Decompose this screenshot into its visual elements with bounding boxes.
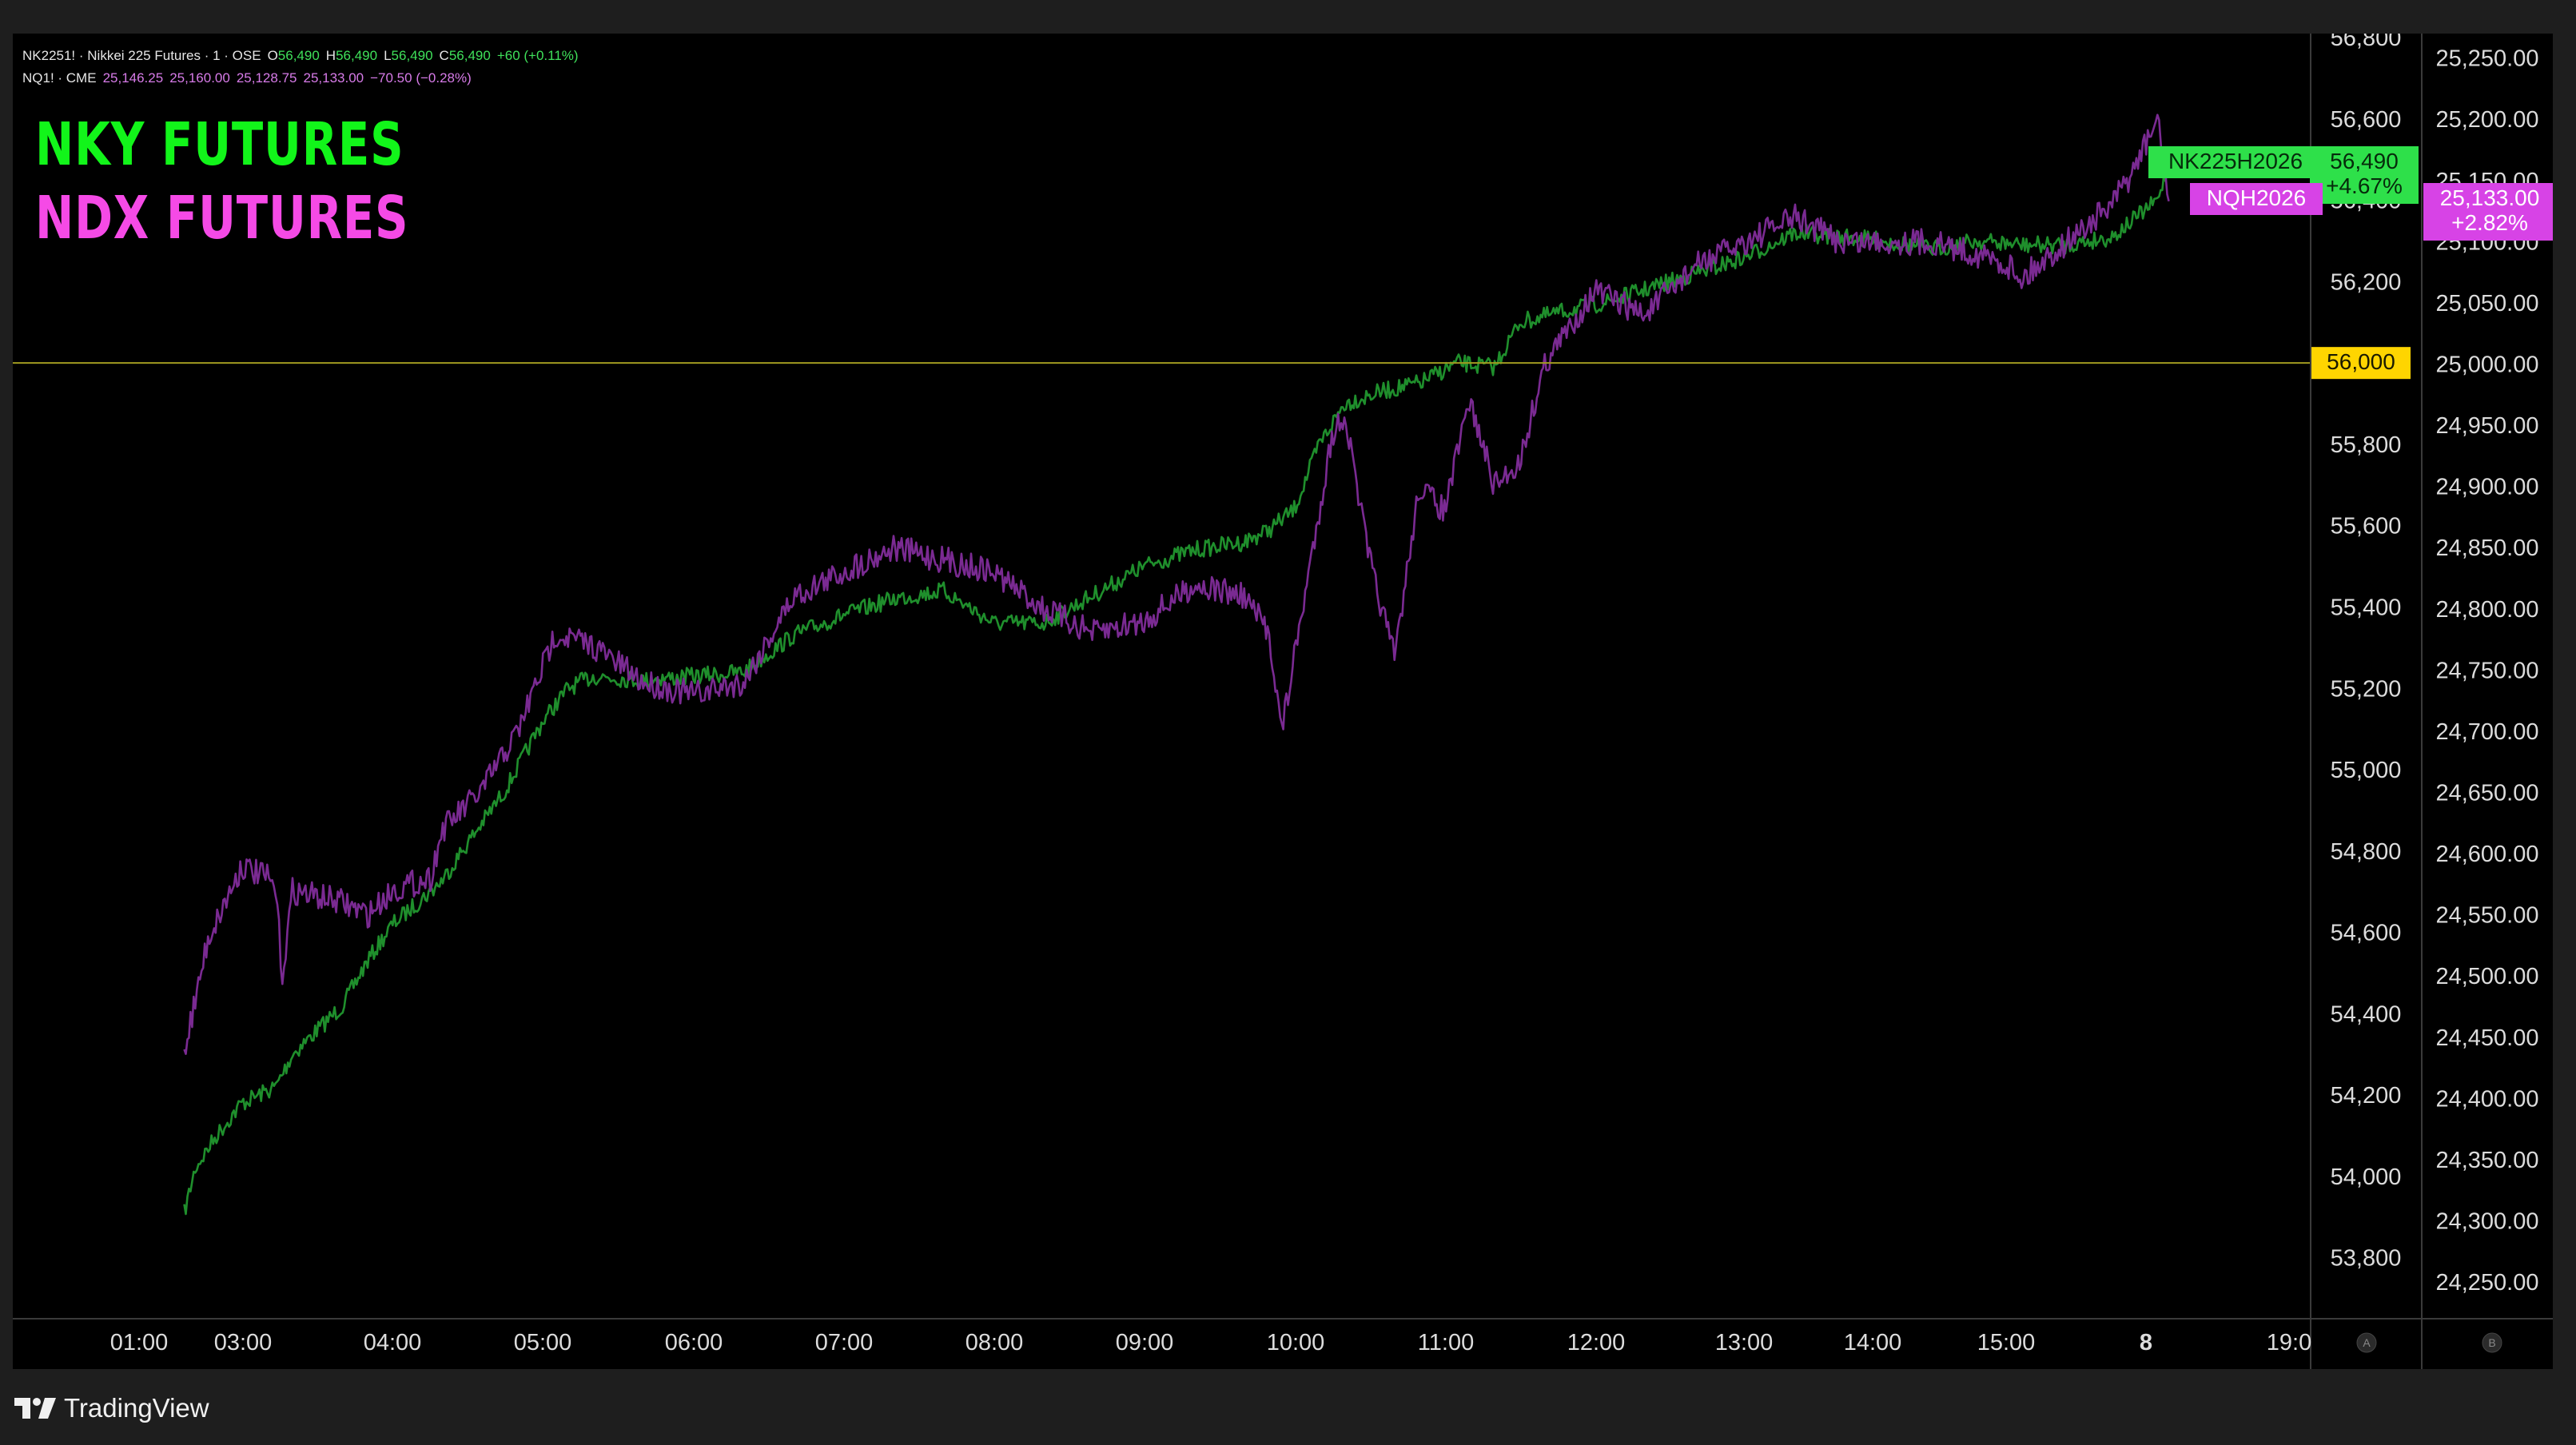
x-tick: 14:00 bbox=[1844, 1330, 1902, 1355]
legend-nq-high: 25,160.00 bbox=[169, 70, 230, 86]
y-tick-left: 56,800 bbox=[2331, 34, 2402, 51]
y-tick-left: 55,800 bbox=[2331, 432, 2402, 458]
y-tick-right: 24,750.00 bbox=[2435, 658, 2538, 683]
y-tick-right: 25,200.00 bbox=[2435, 107, 2538, 133]
y-tick-right: 24,250.00 bbox=[2435, 1270, 2538, 1296]
legend-nk: NK2251! · Nikkei 225 Futures · 1 · OSE O5… bbox=[22, 45, 585, 67]
x-tick: 09:00 bbox=[1116, 1330, 1174, 1355]
bottom-bar: TradingView bbox=[0, 1369, 2576, 1445]
tag-nk-price-text: 56,490 bbox=[2330, 149, 2399, 173]
legend-nq-close: 25,133.00 bbox=[303, 70, 364, 86]
y-tick-left: 55,400 bbox=[2331, 595, 2402, 620]
x-tick: 04:00 bbox=[364, 1330, 422, 1355]
series-line-nqh bbox=[183, 113, 2170, 1055]
x-tick: 11:00 bbox=[1418, 1330, 1474, 1355]
tag-nk-name-text: NK225H2026 bbox=[2168, 149, 2303, 173]
legend-nk-h-label: H bbox=[325, 48, 336, 63]
tag-level-56000-text: 56,000 bbox=[2327, 349, 2395, 374]
y-tick-right: 25,250.00 bbox=[2435, 46, 2538, 72]
legend-nq-change: −70.50 (−0.28%) bbox=[370, 70, 472, 86]
tag-nq-price-text: 25,133.00 bbox=[2440, 185, 2540, 210]
y-tick-right: 24,300.00 bbox=[2435, 1208, 2538, 1234]
legend-nk-c-label: C bbox=[439, 48, 449, 63]
y-tick-left: 56,200 bbox=[2331, 269, 2402, 295]
y-tick-left: 54,000 bbox=[2331, 1164, 2402, 1190]
legend-nk-change: +60 (+0.11%) bbox=[496, 48, 579, 63]
y-tick-left: 54,200 bbox=[2331, 1083, 2402, 1109]
x-tick: 15:00 bbox=[1977, 1330, 2036, 1355]
y-tick-right: 25,050.00 bbox=[2435, 291, 2538, 316]
y-tick-right: 24,500.00 bbox=[2435, 964, 2538, 989]
tag-nk-price-text: +4.67% bbox=[2326, 173, 2403, 198]
y-tick-left: 53,800 bbox=[2331, 1246, 2402, 1272]
y-tick-right: 24,600.00 bbox=[2435, 842, 2538, 867]
legend-nk-high: 56,490 bbox=[336, 48, 378, 63]
tag-nq-name-text: NQH2026 bbox=[2207, 185, 2307, 210]
x-tick: 13:00 bbox=[1715, 1330, 1774, 1355]
y-tick-right: 24,350.00 bbox=[2435, 1148, 2538, 1173]
x-tick: 07:00 bbox=[815, 1330, 874, 1355]
chart-pane[interactable]: 56,80056,60056,40056,20056,00055,80055,6… bbox=[13, 34, 2553, 1369]
y-tick-right: 24,700.00 bbox=[2435, 719, 2538, 745]
y-tick-left: 55,200 bbox=[2331, 676, 2402, 702]
x-tick: 05:00 bbox=[514, 1330, 572, 1355]
legend-nq-low: 25,128.75 bbox=[236, 70, 297, 86]
y-tick-left: 54,600 bbox=[2331, 921, 2402, 946]
overlay-title-ndx: NDX FUTURES bbox=[35, 184, 409, 253]
tradingview-logo-icon bbox=[14, 1398, 56, 1419]
x-tick: 06:00 bbox=[665, 1330, 723, 1355]
legend-nk-open: 56,490 bbox=[277, 48, 320, 63]
x-tick: 19:0 bbox=[2267, 1330, 2311, 1355]
legend-nk-o-label: O bbox=[267, 48, 278, 63]
x-tick: 10:00 bbox=[1267, 1330, 1325, 1355]
y-tick-right: 24,800.00 bbox=[2435, 597, 2538, 623]
legend-nq-symbol: NQ1! · CME bbox=[22, 70, 97, 86]
series-line-nk225 bbox=[183, 163, 2170, 1216]
x-tick: 03:00 bbox=[214, 1330, 273, 1355]
y-tick-right: 24,950.00 bbox=[2435, 413, 2538, 439]
tag-nq-price-text: +2.82% bbox=[2451, 210, 2528, 235]
axis-badge-b-label: B bbox=[2488, 1336, 2495, 1349]
chart-legend: NK2251! · Nikkei 225 Futures · 1 · OSE O5… bbox=[22, 45, 585, 90]
y-tick-left: 54,800 bbox=[2331, 839, 2402, 865]
x-tick: 12:00 bbox=[1567, 1330, 1626, 1355]
y-tick-right: 24,550.00 bbox=[2435, 903, 2538, 929]
y-tick-right: 24,850.00 bbox=[2435, 535, 2538, 561]
x-tick: 01:00 bbox=[110, 1330, 169, 1355]
tradingview-brand[interactable]: TradingView bbox=[14, 1393, 209, 1423]
legend-nk-close: 56,490 bbox=[448, 48, 491, 63]
y-tick-right: 24,900.00 bbox=[2435, 475, 2538, 500]
x-tick: 08:00 bbox=[966, 1330, 1024, 1355]
y-tick-right: 24,400.00 bbox=[2435, 1086, 2538, 1112]
axis-badge-a-label: A bbox=[2363, 1336, 2371, 1349]
legend-nq-open: 25,146.25 bbox=[102, 70, 164, 86]
overlay-title-nky: NKY FUTURES bbox=[35, 110, 404, 179]
y-tick-left: 55,000 bbox=[2331, 758, 2402, 783]
legend-nk-l-label: L bbox=[384, 48, 392, 63]
y-tick-left: 56,600 bbox=[2331, 107, 2402, 133]
x-tick: 8 bbox=[2140, 1330, 2152, 1355]
y-tick-right: 25,000.00 bbox=[2435, 352, 2538, 377]
y-tick-right: 24,650.00 bbox=[2435, 780, 2538, 806]
tradingview-brand-label: TradingView bbox=[64, 1393, 209, 1423]
legend-nq: NQ1! · CME 25,146.25 25,160.00 25,128.75 25,… bbox=[22, 67, 585, 90]
legend-nk-low: 56,490 bbox=[391, 48, 433, 63]
y-tick-left: 54,400 bbox=[2331, 1001, 2402, 1027]
top-bar bbox=[0, 0, 2576, 34]
y-tick-left: 55,600 bbox=[2331, 514, 2402, 539]
y-tick-right: 24,450.00 bbox=[2435, 1025, 2538, 1051]
legend-nk-symbol: NK2251! · Nikkei 225 Futures · 1 · OSE bbox=[22, 48, 261, 63]
